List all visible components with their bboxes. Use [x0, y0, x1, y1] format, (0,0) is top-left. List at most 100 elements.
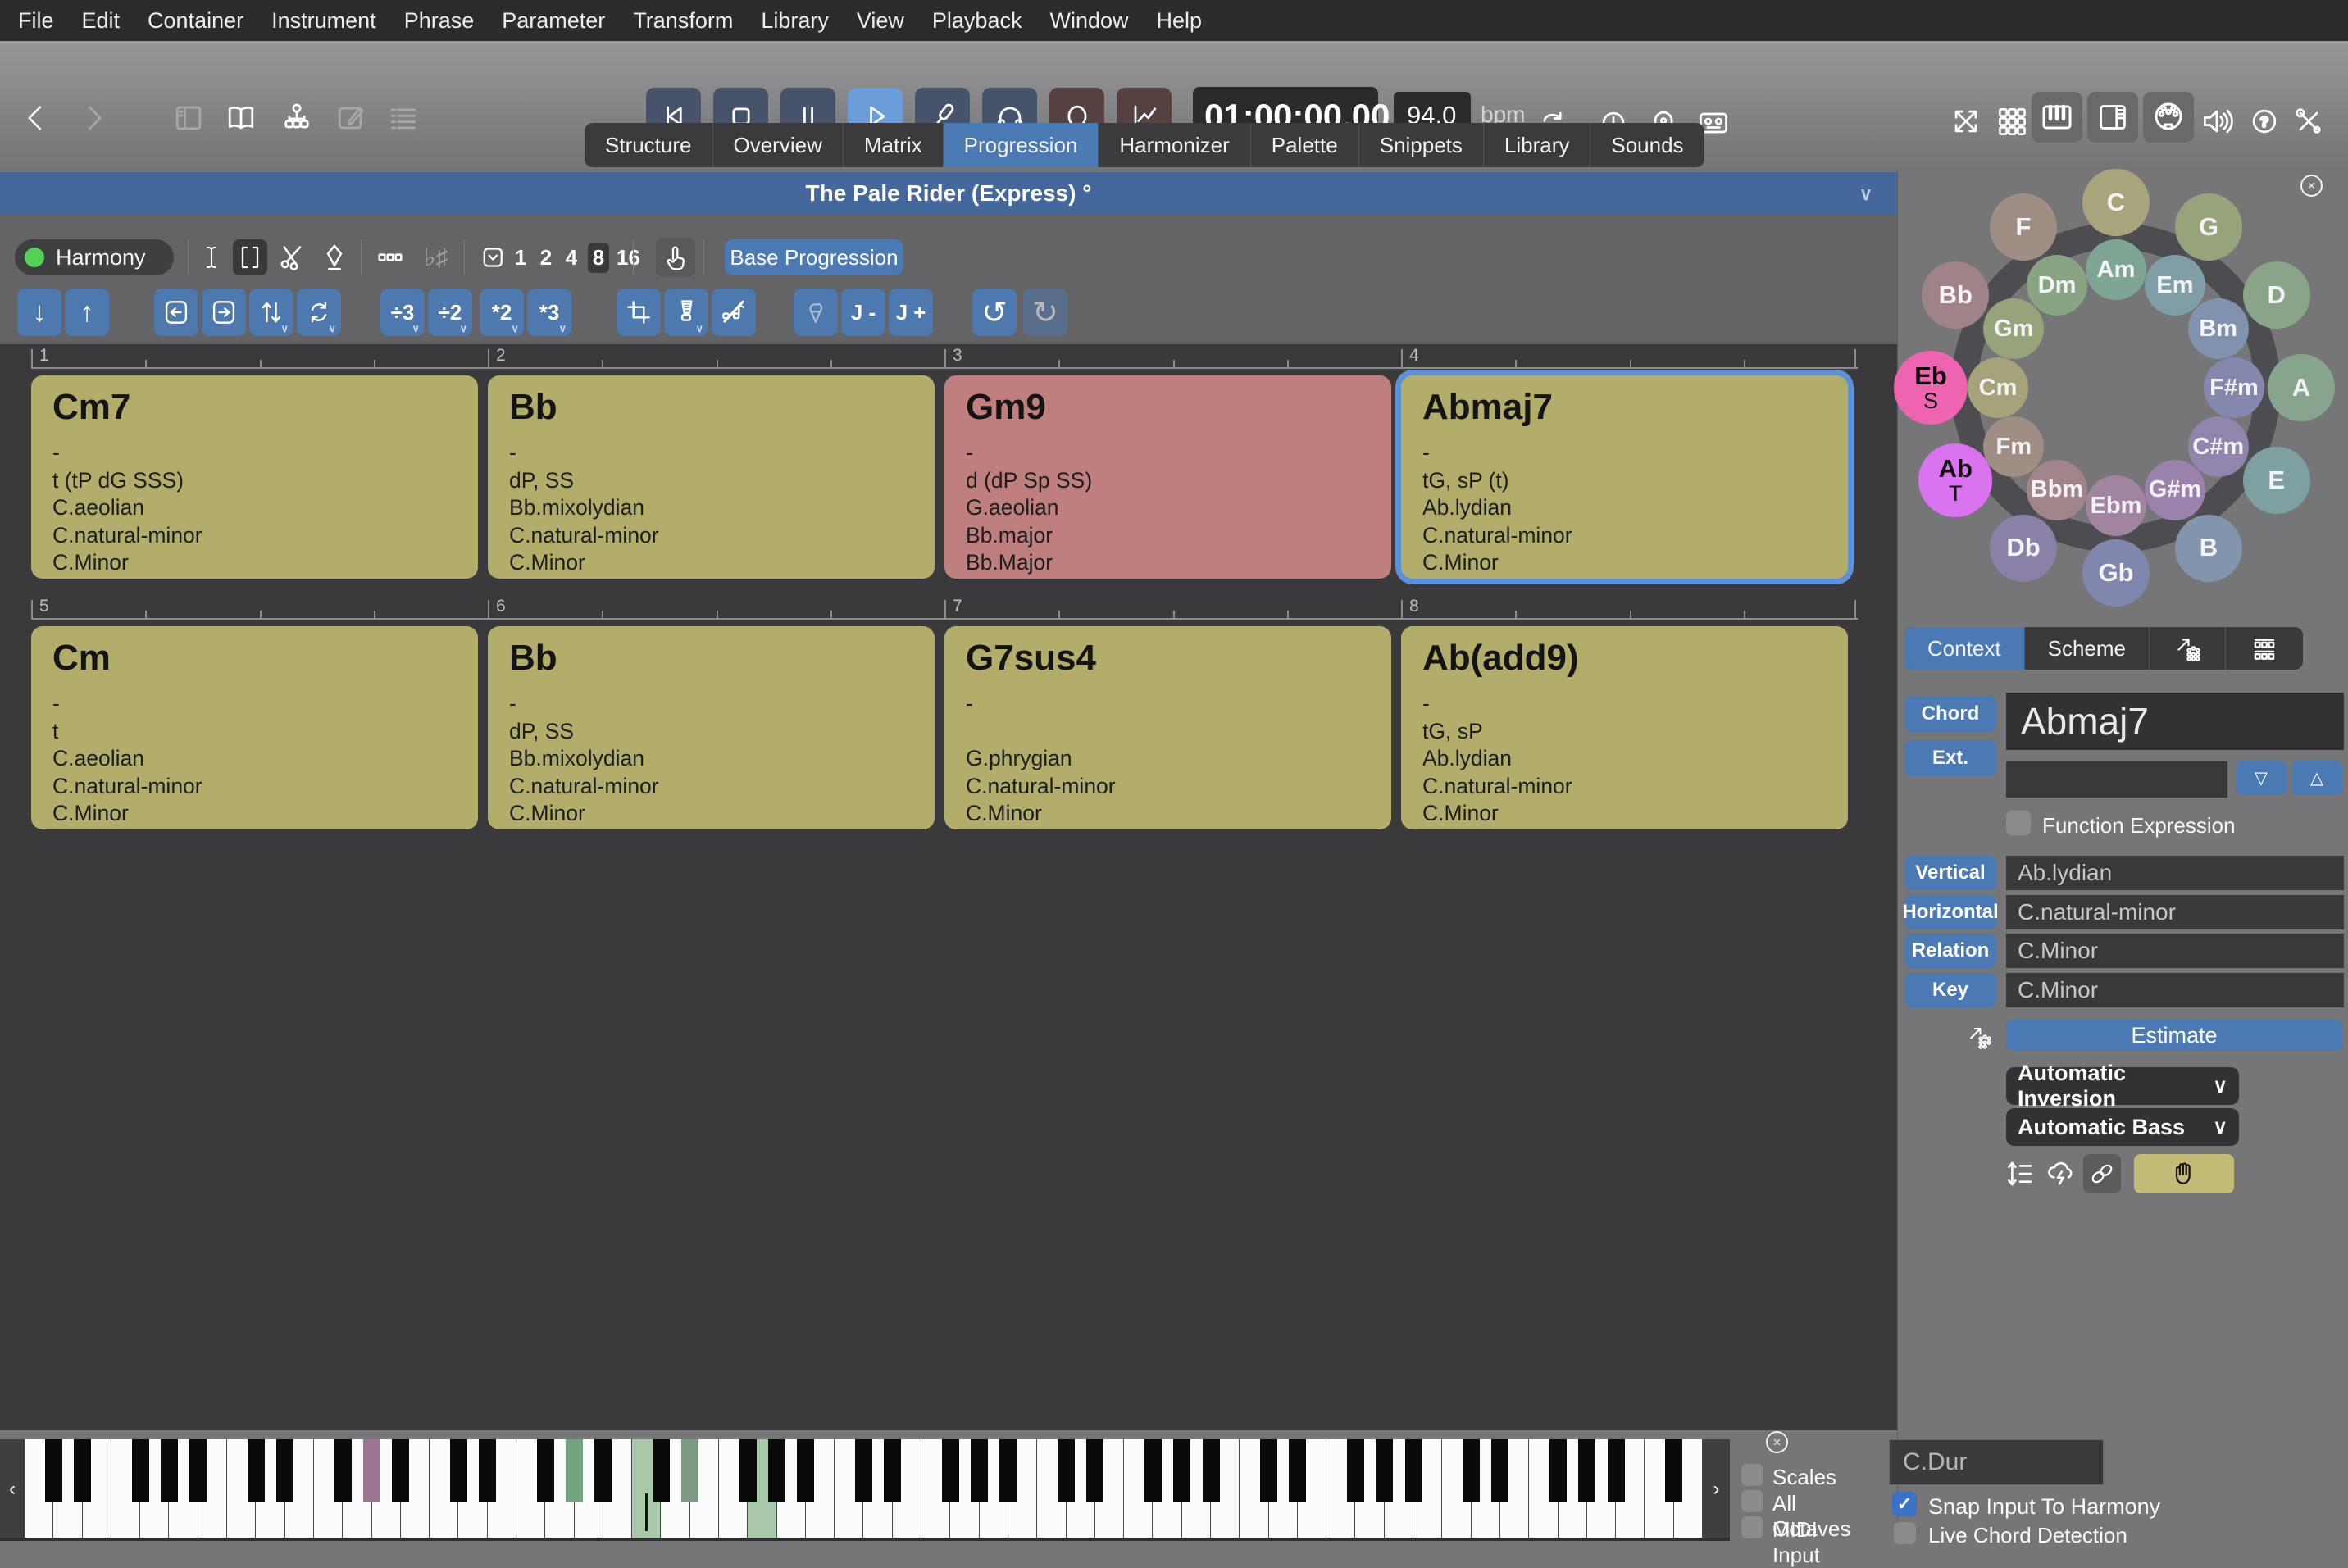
midi-connector-toggle[interactable]	[2143, 92, 2194, 143]
circle-chord-G#m[interactable]: G#m	[2145, 460, 2205, 520]
piano-key-black-49[interactable]	[1463, 1439, 1480, 1502]
piano-key-black-47[interactable]	[1405, 1439, 1422, 1502]
dots-density-tool[interactable]	[371, 239, 410, 275]
divide-3-button[interactable]: ÷3∨	[380, 289, 425, 336]
keyboard-panel-close-icon[interactable]: ×	[1766, 1431, 1788, 1453]
edit-pencil-icon[interactable]	[333, 95, 369, 141]
piano-key-black-43[interactable]	[1289, 1439, 1306, 1502]
piano-key-black-35[interactable]	[1058, 1439, 1075, 1502]
circle-chord-G[interactable]: G	[2175, 193, 2242, 261]
multiply-2-button[interactable]: *2∨	[480, 289, 524, 336]
menu-help[interactable]: Help	[1157, 8, 1203, 34]
side-panel-toggle[interactable]	[2087, 92, 2138, 143]
tab-sounds[interactable]: Sounds	[1590, 123, 1704, 167]
crop-button[interactable]	[617, 289, 661, 336]
tab-library[interactable]: Library	[1483, 123, 1590, 167]
piano-key-black-42[interactable]	[1260, 1439, 1277, 1502]
menu-window[interactable]: Window	[1049, 8, 1128, 34]
circle-chord-F[interactable]: F	[1990, 193, 2057, 261]
list-view-icon[interactable]	[385, 95, 421, 141]
scissors-split-tool[interactable]	[274, 239, 310, 275]
piano-key-black-36[interactable]	[1086, 1439, 1103, 1502]
context-row-label-vertical[interactable]: Vertical	[1904, 856, 1996, 890]
circle-chord-Eb[interactable]: EbS	[1894, 351, 1968, 425]
circle-chord-Gb[interactable]: Gb	[2082, 539, 2150, 607]
piano-key-black-40[interactable]	[1203, 1439, 1220, 1502]
detected-key-field[interactable]: C.Dur	[1889, 1439, 2104, 1485]
move-right-button[interactable]	[202, 289, 246, 336]
nav-back-button[interactable]	[18, 95, 54, 141]
piano-key-black-21[interactable]	[653, 1439, 670, 1502]
circle-chord-Db[interactable]: Db	[1990, 515, 2057, 582]
apps-grid-icon[interactable]	[1994, 98, 2030, 144]
eraser-tool[interactable]	[316, 239, 353, 275]
context-row-value-key[interactable]: C.Minor	[2006, 973, 2344, 1007]
help-icon[interactable]: ?	[2246, 98, 2282, 144]
shift-up-button[interactable]: ↑	[65, 289, 109, 336]
ibeam-cursor-tool[interactable]	[195, 239, 228, 275]
piano-key-black-4[interactable]	[161, 1439, 178, 1502]
move-left-button[interactable]	[154, 289, 198, 336]
chord-box-G7sus4[interactable]: G7sus4-G.phrygianC.natural-minorC.Minor	[944, 626, 1391, 829]
circle-chord-Fm[interactable]: Fm	[1983, 416, 2044, 477]
piano-key-black-45[interactable]	[1347, 1439, 1364, 1502]
piano-key-black-15[interactable]	[479, 1439, 496, 1502]
circle-chord-Bm[interactable]: Bm	[2188, 298, 2249, 359]
tab-scheme[interactable]: Scheme	[2024, 627, 2149, 670]
grid-value-4[interactable]: 4	[562, 245, 580, 270]
transpose-down-button[interactable]: ▽	[2236, 761, 2287, 795]
piano-key-black-33[interactable]	[999, 1439, 1017, 1502]
circle-chord-Bbm[interactable]: Bbm	[2027, 460, 2087, 520]
piano-key-black-26[interactable]	[797, 1439, 814, 1502]
nav-forward-button[interactable]	[75, 95, 111, 141]
shift-down-button[interactable]: ↓	[17, 289, 61, 336]
piano-key-black-50[interactable]	[1491, 1439, 1508, 1502]
circle-chord-Ebm[interactable]: Ebm	[2086, 475, 2146, 536]
menu-instrument[interactable]: Instrument	[271, 8, 376, 34]
piano-key-black-22[interactable]	[681, 1439, 698, 1502]
tab-progression[interactable]: Progression	[943, 123, 1099, 167]
circle-chord-D[interactable]: D	[2243, 261, 2310, 329]
piano-key-black-12[interactable]	[392, 1439, 409, 1502]
link-chord-button[interactable]	[2083, 1154, 2121, 1193]
tab-structure[interactable]: Structure	[585, 123, 712, 167]
grid-value-8[interactable]: 8	[588, 243, 609, 273]
context-row-label-horizontal[interactable]: Horizontal	[1904, 895, 1996, 929]
function-expression-checkbox[interactable]	[2006, 811, 2031, 835]
accidentals-flat-sharp-tool[interactable]: ♭♯	[415, 239, 457, 275]
divide-2-button[interactable]: ÷2∨	[428, 289, 472, 336]
tab-overview[interactable]: Overview	[712, 123, 843, 167]
context-row-value-relation[interactable]: C.Minor	[2006, 934, 2344, 968]
grid-value-16[interactable]: 16	[617, 245, 640, 270]
piano-key-black-25[interactable]	[768, 1439, 785, 1502]
jog-plus-button[interactable]: J +	[889, 289, 933, 336]
tab-context[interactable]: Context	[1904, 627, 2024, 670]
piano-key-black-28[interactable]	[855, 1439, 872, 1502]
context-row-value-vertical[interactable]: Ab.lydian	[2006, 856, 2344, 890]
multiply-3-button[interactable]: *3∨	[527, 289, 571, 336]
base-progression-button[interactable]: Base Progression	[725, 239, 903, 275]
tools-settings-icon[interactable]	[2291, 98, 2327, 144]
piano-key-black-17[interactable]	[537, 1439, 554, 1502]
menu-file[interactable]: File	[18, 8, 54, 34]
grid-value-1[interactable]: 1	[512, 245, 530, 270]
piano-key-black-14[interactable]	[450, 1439, 467, 1502]
piano-key-black-53[interactable]	[1578, 1439, 1595, 1502]
piano-key-black-24[interactable]	[739, 1439, 757, 1502]
structure-tree-icon[interactable]	[279, 95, 315, 141]
circle-chord-C#m[interactable]: C#m	[2188, 416, 2249, 477]
grid-value-2[interactable]: 2	[537, 245, 555, 270]
circle-chord-Dm[interactable]: Dm	[2027, 255, 2087, 316]
ice-cream-button[interactable]	[794, 289, 838, 336]
piano-key-black-19[interactable]	[594, 1439, 612, 1502]
chord-box-Cm[interactable]: Cm-tC.aeolianC.natural-minorC.Minor	[31, 626, 478, 829]
sidebar-toggle-icon[interactable]	[171, 95, 207, 141]
keyboard-scroll-right-button[interactable]: ›	[1703, 1439, 1730, 1539]
undo-button[interactable]: ↺	[972, 289, 1017, 336]
bass-dropdown[interactable]: Automatic Bass ∨	[2006, 1108, 2239, 1146]
checkbox-midi-input[interactable]	[1741, 1516, 1763, 1538]
chord-box-Cm7[interactable]: Cm7-t (tP dG SSS)C.aeolianC.natural-mino…	[31, 375, 478, 579]
menu-parameter[interactable]: Parameter	[502, 8, 605, 34]
circle-chord-B[interactable]: B	[2175, 515, 2242, 582]
piano-key-black-3[interactable]	[132, 1439, 149, 1502]
